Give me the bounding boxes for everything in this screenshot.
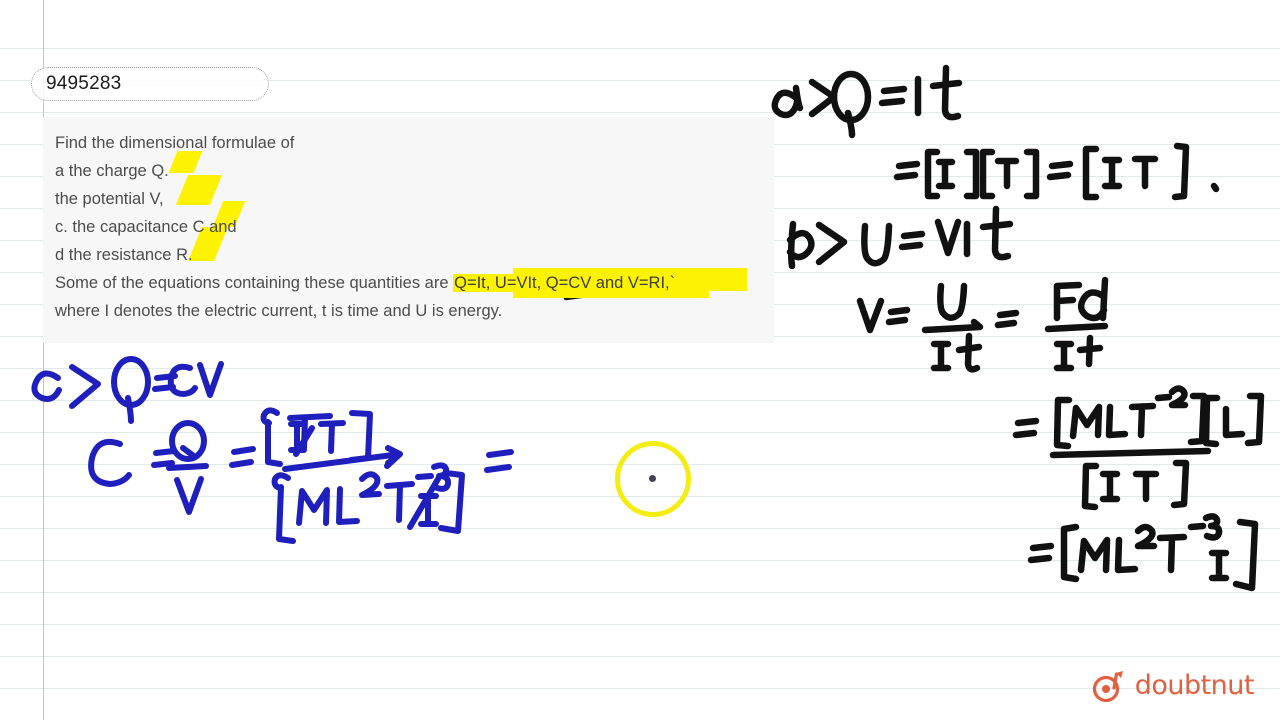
question-line-5-text: d the resistance R. bbox=[55, 246, 193, 264]
ruled-line bbox=[0, 48, 1280, 49]
question-line-1-text: Find the dimensional formulae of bbox=[55, 134, 295, 152]
margin-line bbox=[43, 0, 44, 720]
ruled-line bbox=[0, 432, 1280, 433]
doubtnut-brand: doubtnut bbox=[1092, 668, 1255, 702]
ruled-line bbox=[0, 560, 1280, 561]
question-line-3: the potential V, bbox=[55, 175, 774, 213]
ruled-line bbox=[0, 688, 1280, 689]
ruled-line bbox=[0, 400, 1280, 401]
notebook-paper bbox=[0, 0, 1280, 720]
question-line-2: a the charge Q. bbox=[55, 151, 774, 185]
ruled-line bbox=[0, 368, 1280, 369]
question-line-5: d the resistance R. bbox=[55, 227, 774, 269]
ruled-line bbox=[0, 624, 1280, 625]
cursor-dot bbox=[649, 475, 656, 482]
question-line-4-text: c. the capacitance C and bbox=[55, 218, 237, 236]
question-line-6-equations: Q=It, U=VIt, Q=CV and V=RI,` bbox=[453, 274, 677, 292]
doubtnut-logo-icon bbox=[1092, 671, 1123, 702]
question-line-4: c. the capacitance C and bbox=[55, 201, 774, 241]
ruled-line bbox=[0, 656, 1280, 657]
question-id-label: 9495283 bbox=[46, 73, 122, 94]
question-id-chip: 9495283 bbox=[31, 67, 269, 101]
question-line-7: where I denotes the electric current, t … bbox=[55, 297, 774, 325]
question-line-7-text: where I denotes the electric current, t … bbox=[55, 302, 503, 320]
ruled-line bbox=[0, 112, 1280, 113]
question-panel: Find the dimensional formulae of a the c… bbox=[43, 117, 774, 343]
question-line-1: Find the dimensional formulae of bbox=[55, 129, 774, 157]
ruled-line bbox=[0, 528, 1280, 529]
ruled-line bbox=[0, 592, 1280, 593]
question-line-3-text: the potential V, bbox=[55, 190, 164, 208]
question-line-2-text: a the charge Q. bbox=[55, 162, 169, 180]
brand-name: doubtnut bbox=[1134, 669, 1255, 701]
question-line-6-prefix: Some of the equations containing these q… bbox=[55, 274, 454, 292]
